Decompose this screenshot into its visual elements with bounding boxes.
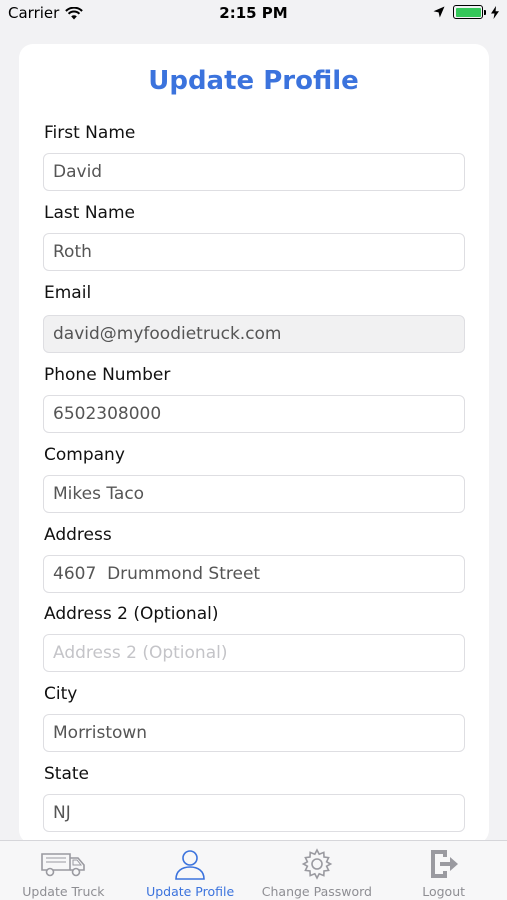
tab-logout-label: Logout <box>422 884 466 899</box>
city-field[interactable] <box>43 714 465 752</box>
email-label: Email <box>44 283 92 303</box>
last-name-field[interactable] <box>43 233 465 271</box>
first-name-field[interactable] <box>43 153 465 191</box>
tab-change-password-label: Change Password <box>261 884 372 899</box>
truck-icon <box>41 853 86 877</box>
company-label: Company <box>44 445 125 465</box>
address2-field[interactable] <box>43 634 465 672</box>
tab-bar: Update Truck Update Profile Change Passw… <box>0 840 507 900</box>
logout-icon <box>430 850 458 878</box>
state-label: State <box>44 764 89 784</box>
status-time: 2:15 PM <box>219 4 288 22</box>
tab-update-profile-label: Update Profile <box>146 884 235 899</box>
address-field[interactable] <box>43 555 465 593</box>
email-field <box>43 315 465 353</box>
phone-number-label: Phone Number <box>44 365 171 385</box>
state-field[interactable] <box>43 794 465 832</box>
tab-update-truck[interactable]: Update Truck <box>0 841 127 900</box>
first-name-label: First Name <box>44 123 136 143</box>
status-right <box>433 5 499 19</box>
tab-logout[interactable]: Logout <box>380 841 507 900</box>
page-title: Update Profile <box>148 66 359 96</box>
tab-update-truck-label: Update Truck <box>22 884 105 899</box>
status-bar: Carrier 2:15 PM <box>0 0 507 28</box>
battery-icon <box>453 5 486 19</box>
tab-change-password[interactable]: Change Password <box>254 841 381 900</box>
tab-update-profile[interactable]: Update Profile <box>127 841 254 900</box>
address2-label: Address 2 (Optional) <box>44 604 219 624</box>
address-label: Address <box>44 525 112 545</box>
last-name-label: Last Name <box>44 203 135 223</box>
gear-icon <box>301 848 333 880</box>
company-field[interactable] <box>43 475 465 513</box>
charging-bolt-icon <box>491 5 499 19</box>
city-label: City <box>44 684 78 704</box>
location-arrow-icon <box>433 6 445 18</box>
phone-number-field[interactable] <box>43 395 465 433</box>
user-icon <box>175 850 205 880</box>
